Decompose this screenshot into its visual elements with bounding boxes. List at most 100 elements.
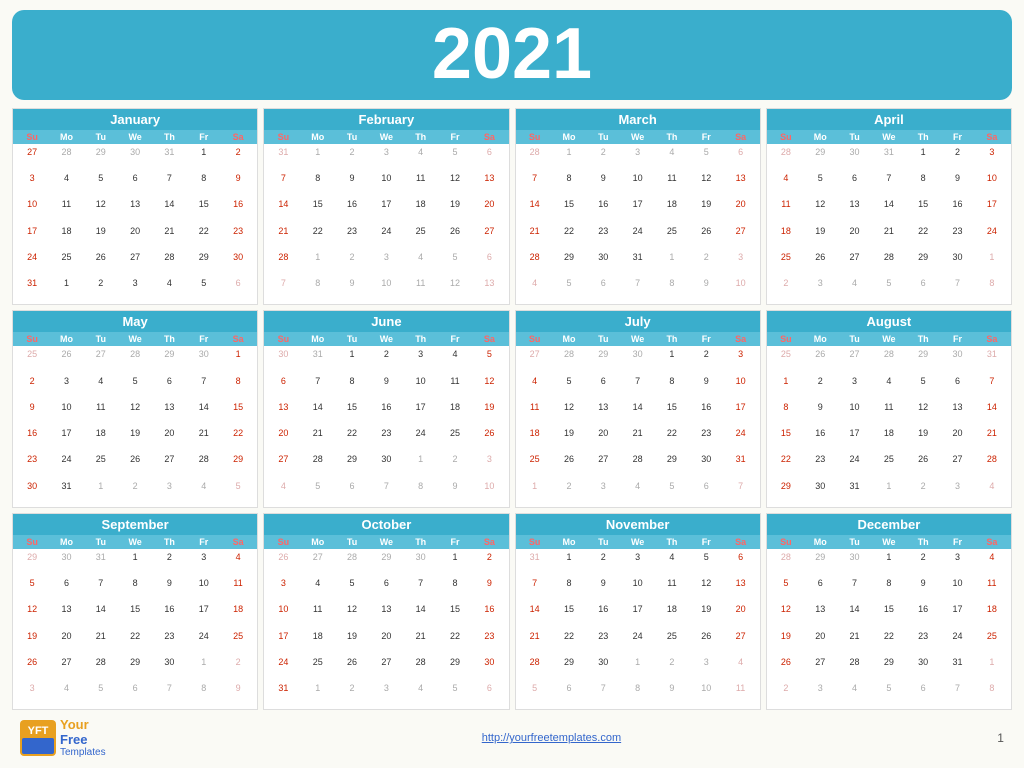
day-cell: 13 bbox=[49, 602, 83, 628]
day-cell: 23 bbox=[586, 629, 620, 655]
day-cell: 14 bbox=[152, 197, 186, 223]
day-cell: 3 bbox=[187, 550, 221, 576]
day-cell: 10 bbox=[49, 400, 83, 426]
day-cell: 29 bbox=[906, 347, 940, 373]
day-cell: 23 bbox=[335, 224, 369, 250]
day-cell: 6 bbox=[586, 374, 620, 400]
day-cell: 9 bbox=[689, 276, 723, 302]
day-cell: 29 bbox=[335, 452, 369, 478]
day-cell: 16 bbox=[15, 426, 49, 452]
day-cell: 27 bbox=[837, 250, 871, 276]
day-cell: 20 bbox=[723, 197, 757, 223]
day-cell: 20 bbox=[266, 426, 300, 452]
day-cell: 1 bbox=[301, 145, 335, 171]
days-grid: 2930311234567891011121314151617181920212… bbox=[13, 549, 257, 709]
day-cell: 23 bbox=[689, 426, 723, 452]
day-cell: 13 bbox=[940, 400, 974, 426]
day-header-fr: Fr bbox=[187, 333, 221, 345]
day-header-sa: Sa bbox=[221, 536, 255, 548]
day-cell: 5 bbox=[872, 276, 906, 302]
day-header-sa: Sa bbox=[472, 333, 506, 345]
day-header-su: Su bbox=[15, 536, 49, 548]
day-header-fr: Fr bbox=[187, 536, 221, 548]
year-text: 2021 bbox=[432, 14, 592, 94]
day-cell: 16 bbox=[586, 602, 620, 628]
day-cell: 3 bbox=[723, 347, 757, 373]
day-cell: 10 bbox=[689, 681, 723, 707]
day-cell: 14 bbox=[301, 400, 335, 426]
day-cell: 23 bbox=[472, 629, 506, 655]
day-cell: 27 bbox=[940, 452, 974, 478]
day-cell: 31 bbox=[518, 550, 552, 576]
day-cell: 31 bbox=[152, 145, 186, 171]
day-cell: 7 bbox=[620, 374, 654, 400]
day-cell: 1 bbox=[84, 479, 118, 505]
month-block-january: JanuarySuMoTuWeThFrSa2728293031123456789… bbox=[12, 108, 258, 305]
day-cell: 11 bbox=[975, 576, 1009, 602]
day-cell: 1 bbox=[975, 655, 1009, 681]
day-header-mo: Mo bbox=[49, 536, 83, 548]
day-cell: 20 bbox=[49, 629, 83, 655]
day-cell: 7 bbox=[837, 576, 871, 602]
month-header: March bbox=[516, 109, 760, 130]
day-cell: 11 bbox=[769, 197, 803, 223]
day-cell: 27 bbox=[266, 452, 300, 478]
day-cell: 9 bbox=[689, 374, 723, 400]
day-cell: 25 bbox=[221, 629, 255, 655]
month-block-october: OctoberSuMoTuWeThFrSa2627282930123456789… bbox=[263, 513, 509, 710]
day-cell: 10 bbox=[723, 374, 757, 400]
day-cell: 8 bbox=[655, 374, 689, 400]
day-cell: 6 bbox=[335, 479, 369, 505]
day-cell: 10 bbox=[187, 576, 221, 602]
day-cell: 8 bbox=[301, 276, 335, 302]
day-cell: 9 bbox=[15, 400, 49, 426]
day-cell: 22 bbox=[301, 224, 335, 250]
day-cell: 10 bbox=[723, 276, 757, 302]
day-cell: 20 bbox=[369, 629, 403, 655]
day-cell: 12 bbox=[15, 602, 49, 628]
day-cell: 12 bbox=[84, 197, 118, 223]
day-cell: 24 bbox=[975, 224, 1009, 250]
day-cell: 8 bbox=[118, 576, 152, 602]
day-cell: 5 bbox=[803, 171, 837, 197]
day-cell: 18 bbox=[49, 224, 83, 250]
day-header-sa: Sa bbox=[975, 536, 1009, 548]
day-cell: 3 bbox=[723, 250, 757, 276]
day-cell: 17 bbox=[723, 400, 757, 426]
day-cell: 5 bbox=[438, 250, 472, 276]
day-cell: 11 bbox=[872, 400, 906, 426]
day-cell: 10 bbox=[404, 374, 438, 400]
day-cell: 2 bbox=[15, 374, 49, 400]
day-cell: 2 bbox=[586, 550, 620, 576]
day-cell: 4 bbox=[301, 576, 335, 602]
day-cell: 16 bbox=[906, 602, 940, 628]
day-cell: 25 bbox=[655, 629, 689, 655]
day-cell: 29 bbox=[906, 250, 940, 276]
day-cell: 8 bbox=[655, 276, 689, 302]
day-header-tu: Tu bbox=[84, 131, 118, 143]
day-cell: 18 bbox=[769, 224, 803, 250]
day-cell: 25 bbox=[518, 452, 552, 478]
day-cell: 25 bbox=[975, 629, 1009, 655]
day-cell: 10 bbox=[266, 602, 300, 628]
day-cell: 12 bbox=[689, 171, 723, 197]
day-cell: 19 bbox=[84, 224, 118, 250]
day-cell: 20 bbox=[803, 629, 837, 655]
day-cell: 29 bbox=[803, 550, 837, 576]
day-cell: 2 bbox=[221, 655, 255, 681]
day-cell: 25 bbox=[769, 250, 803, 276]
day-cell: 15 bbox=[438, 602, 472, 628]
day-cell: 3 bbox=[15, 681, 49, 707]
day-cell: 2 bbox=[906, 550, 940, 576]
day-cell: 17 bbox=[187, 602, 221, 628]
day-cell: 18 bbox=[221, 602, 255, 628]
day-cell: 30 bbox=[586, 250, 620, 276]
day-cell: 7 bbox=[518, 171, 552, 197]
footer-url[interactable]: http://yourfreetemplates.com bbox=[482, 732, 621, 744]
day-cell: 6 bbox=[118, 681, 152, 707]
day-cell: 12 bbox=[803, 197, 837, 223]
day-header-th: Th bbox=[152, 333, 186, 345]
day-cell: 13 bbox=[472, 171, 506, 197]
day-cell: 27 bbox=[723, 224, 757, 250]
day-cell: 3 bbox=[472, 452, 506, 478]
